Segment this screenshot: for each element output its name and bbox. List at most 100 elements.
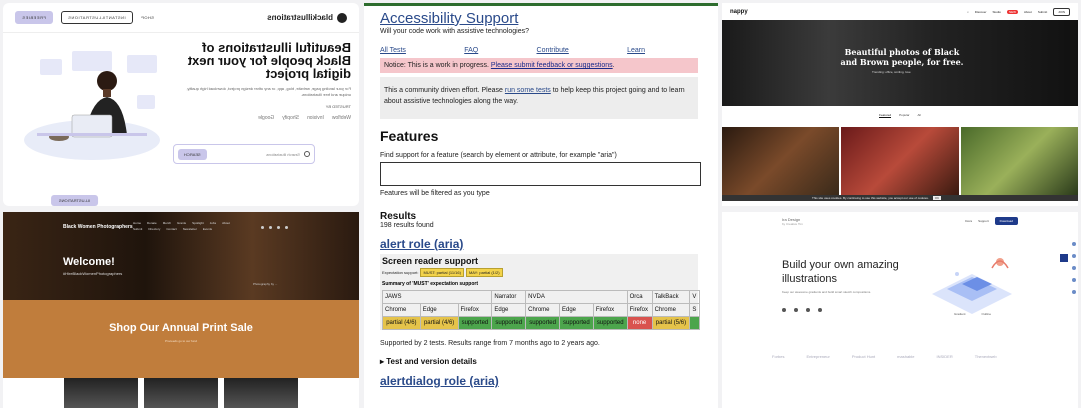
nav-link-contribute[interactable]: Contribute	[537, 47, 569, 54]
menu-item[interactable]: Grants	[177, 221, 186, 225]
nav-link-studio[interactable]: Studio	[992, 10, 1001, 14]
twitter-icon[interactable]	[269, 226, 272, 229]
join-button[interactable]: JOIN	[1053, 7, 1070, 16]
search-bar: Search illustrations SEARCH	[173, 144, 315, 164]
illustrations-badge[interactable]: ILLUSTRATIONS	[51, 195, 99, 206]
label-outline: Outline	[981, 312, 992, 316]
run-tests-link[interactable]: run some tests	[505, 87, 551, 94]
result-card: alert role (aria) Screen reader support …	[380, 237, 700, 388]
thumbnail[interactable]	[144, 378, 218, 408]
table-cell[interactable]: partial (5/6)	[651, 316, 691, 330]
dock-dot[interactable]	[1072, 254, 1076, 258]
table-cell[interactable]: supported	[558, 316, 594, 330]
dribbble-icon[interactable]	[806, 308, 810, 312]
brand-webflow: Webflow	[331, 115, 351, 121]
expectation-label: Expectation support:	[382, 270, 419, 275]
result-title[interactable]: alert role (aria)	[380, 237, 698, 251]
table-cell[interactable]: supported	[592, 316, 628, 330]
menu-item[interactable]: Contact	[166, 227, 176, 231]
menu-item[interactable]: Spotlight	[192, 221, 204, 225]
hero-illustration	[17, 45, 167, 165]
nav-button-instant[interactable]: INSTANTILLUSTRATIONS	[60, 11, 133, 24]
nav-link-faq[interactable]: FAQ	[464, 47, 478, 54]
table-cell[interactable]: partial (4/6)	[382, 316, 421, 330]
photo-credit: Photography by ...	[253, 282, 278, 286]
menu-item[interactable]: Merch	[163, 221, 171, 225]
facebook-icon[interactable]	[782, 308, 786, 312]
press-logo: Forbes	[772, 354, 785, 359]
cookie-ok-button[interactable]: OK	[932, 196, 942, 200]
download-button[interactable]: Download	[994, 217, 1018, 225]
press-logo: Entrepreneur	[806, 354, 830, 359]
facebook-icon[interactable]	[277, 226, 280, 229]
brand-logo[interactable]: Ira Design by Creative Tim	[782, 217, 803, 226]
table-cell[interactable]: none	[626, 316, 653, 330]
next-result-title[interactable]: alertdialog role (aria)	[380, 374, 698, 388]
photo[interactable]	[722, 127, 840, 195]
side-flag-icon[interactable]	[1060, 254, 1068, 262]
tab-all[interactable]: All	[918, 113, 921, 118]
table-cell: JAWS	[381, 290, 493, 304]
nav-link-submit[interactable]: Submit	[1038, 10, 1047, 14]
table-cell[interactable]: partial (4/6)	[419, 316, 459, 330]
hero-hashtag: #HireBlackWomenPhotographers	[63, 271, 123, 276]
nav-link-learn[interactable]: Learn	[627, 47, 645, 54]
table-cell[interactable]: supported	[491, 316, 527, 330]
page-subtitle: Will your code work with assistive techn…	[380, 28, 530, 35]
nav-link-all-tests[interactable]: All Tests	[380, 47, 406, 54]
must-badge: MUST: partial (11/16)	[420, 268, 464, 277]
nav-link-docs[interactable]: Docs	[965, 219, 972, 223]
table-row: Chrome Edge Firefox Edge Chrome Edge Fir…	[382, 303, 700, 317]
linkedin-icon[interactable]	[285, 226, 288, 229]
dock-dot[interactable]	[1072, 242, 1076, 246]
feedback-link[interactable]: Please submit feedback or suggestions	[491, 62, 613, 69]
menu-item[interactable]: Directory	[148, 227, 160, 231]
table-cell[interactable]: supported	[457, 316, 493, 330]
table-cell: Firefox	[457, 303, 493, 317]
brand-logo[interactable]: blackillustrations	[267, 12, 347, 23]
github-icon[interactable]	[818, 308, 822, 312]
nav-link-shop[interactable]: SHOP	[141, 15, 154, 20]
thumbnail[interactable]	[224, 378, 298, 408]
menu-item[interactable]: Donate	[147, 221, 157, 225]
menu-item[interactable]: Home	[133, 221, 141, 225]
search-icon[interactable]: ⌕	[967, 10, 969, 14]
nav-link-about[interactable]: About	[1024, 10, 1032, 14]
brand-invision: Invision	[306, 115, 324, 121]
menu-item[interactable]: Events	[203, 227, 212, 231]
dock-dot[interactable]	[1072, 278, 1076, 282]
page-title[interactable]: Accessibility Support	[380, 10, 702, 27]
nav-button-freebies[interactable]: FREEBIES	[15, 11, 53, 24]
tab-popular[interactable]: Popular	[899, 113, 909, 118]
site-brand[interactable]: Black Women Photographers	[63, 224, 133, 230]
tab-featured[interactable]: Featured	[879, 113, 892, 118]
twitter-icon[interactable]	[794, 308, 798, 312]
table-cell[interactable]	[689, 316, 700, 330]
feature-search-input[interactable]	[380, 162, 701, 186]
instagram-icon[interactable]	[261, 226, 264, 229]
ira-design-tile: Ira Design by Creative Tim Docs Support …	[722, 212, 1078, 408]
table-cell: Chrome	[525, 303, 560, 317]
menu-item[interactable]: Jobs	[210, 221, 216, 225]
photo[interactable]	[841, 127, 959, 195]
search-button[interactable]: SEARCH	[178, 148, 207, 160]
brand-name: blackillustrations	[267, 13, 333, 22]
nav-link-discover[interactable]: Discover	[975, 10, 987, 14]
menu-item[interactable]: About	[222, 221, 230, 225]
brand-logo[interactable]: nappy	[730, 9, 748, 15]
print-sale-banner[interactable]: Shop Our Annual Print Sale Proceeds go t…	[3, 300, 359, 378]
table-cell: Orca	[626, 290, 653, 304]
search-input[interactable]: Search illustrations	[211, 152, 300, 157]
photo[interactable]	[960, 127, 1078, 195]
dock-dot[interactable]	[1072, 266, 1076, 270]
trusted-label: TRUSTED BY	[325, 104, 351, 109]
thumbnail[interactable]	[64, 378, 138, 408]
table-cell[interactable]: supported	[525, 316, 560, 330]
search-icon[interactable]	[304, 151, 310, 157]
test-details-toggle[interactable]: ▸ Test and version details	[380, 357, 698, 366]
menu-item[interactable]: Submit	[133, 227, 142, 231]
dock-dot[interactable]	[1072, 290, 1076, 294]
trending-text: Trending: office, smiling, love	[872, 70, 911, 74]
nav-link-support[interactable]: Support	[978, 219, 989, 223]
menu-item[interactable]: Newsletter	[183, 227, 197, 231]
